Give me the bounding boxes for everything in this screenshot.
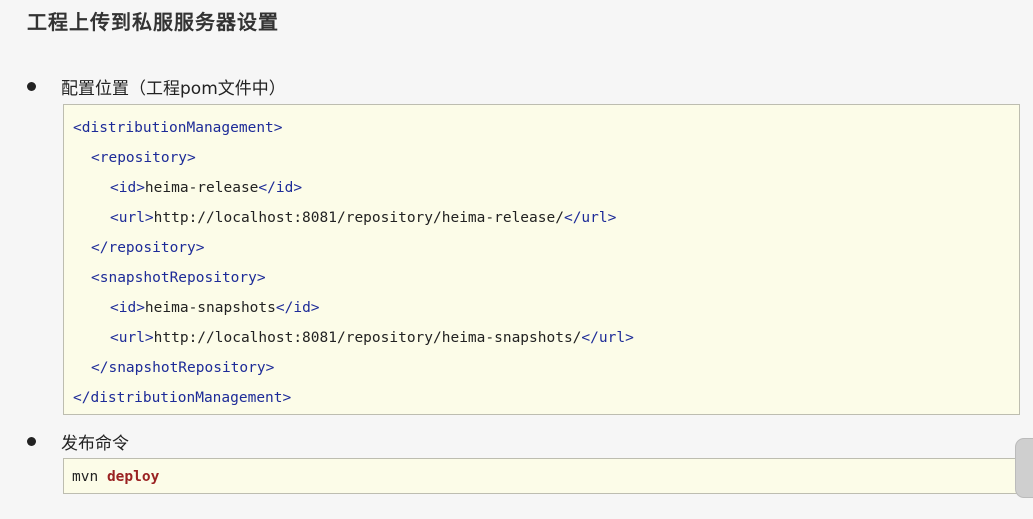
xml-tag: <distributionManagement> [73, 120, 283, 136]
pom-xml-code-block: <distributionManagement> <repository> <i… [63, 104, 1020, 415]
xml-tag: </id> [275, 300, 320, 316]
deploy-command-label: 发布命令 [61, 434, 129, 454]
scrollbar-handle[interactable] [1015, 438, 1033, 498]
code-line: <id>heima-snapshots</id> [73, 295, 1019, 325]
config-location-label: 配置位置（工程pom文件中） [61, 79, 286, 99]
code-line: <snapshotRepository> [73, 265, 1019, 295]
xml-value: http://localhost:8081/repository/heima-s… [153, 330, 582, 346]
xml-tag: </id> [258, 180, 303, 196]
code-line: <url>http://localhost:8081/repository/he… [73, 325, 1019, 355]
command-tool: mvn [72, 469, 99, 485]
page-title: 工程上传到私服服务器设置 [27, 10, 279, 34]
code-line: </distributionManagement> [73, 385, 1019, 415]
code-line: </repository> [73, 235, 1019, 265]
xml-tag: <snapshotRepository> [91, 270, 266, 286]
code-line: <url>http://localhost:8081/repository/he… [73, 205, 1019, 235]
xml-tag: </repository> [91, 240, 205, 256]
bullet-icon [27, 437, 36, 446]
xml-value: heima-snapshots [144, 300, 276, 316]
xml-value: http://localhost:8081/repository/heima-r… [153, 210, 564, 226]
xml-tag: </snapshotRepository> [91, 360, 275, 376]
xml-tag: <url> [110, 210, 154, 226]
code-line: <repository> [73, 145, 1019, 175]
deploy-command-item: 发布命令 [27, 429, 129, 454]
xml-tag: <id> [110, 300, 145, 316]
command-goal: deploy [106, 469, 160, 485]
xml-tag: </url> [581, 330, 634, 346]
bullet-icon [27, 82, 36, 91]
xml-tag: <id> [110, 180, 145, 196]
xml-tag: </url> [563, 210, 617, 226]
deploy-command-block: mvn deploy [63, 458, 1020, 494]
code-line: <distributionManagement> [73, 115, 1019, 145]
xml-tag: <url> [110, 330, 154, 346]
config-location-item: 配置位置（工程pom文件中） [27, 74, 286, 99]
xml-tag: <repository> [91, 150, 196, 166]
code-line: <id>heima-release</id> [73, 175, 1019, 205]
xml-value: heima-release [144, 180, 259, 196]
xml-tag: </distributionManagement> [73, 390, 292, 406]
code-line: </snapshotRepository> [73, 355, 1019, 385]
